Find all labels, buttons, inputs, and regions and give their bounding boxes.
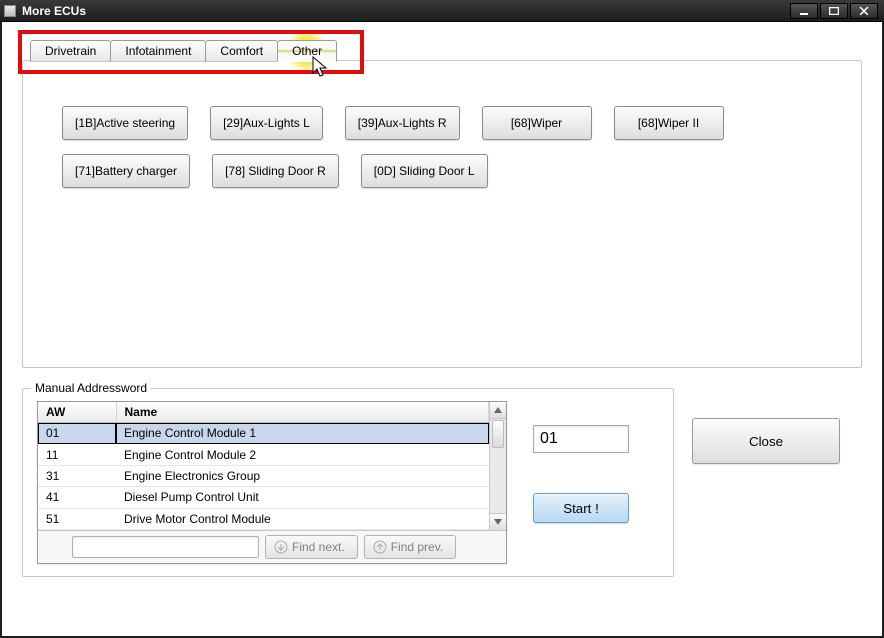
start-button[interactable]: Start ! xyxy=(533,493,629,523)
scroll-thumb[interactable] xyxy=(492,420,504,448)
cell-name: Drive Motor Control Module xyxy=(116,508,489,529)
arrow-up-circle-icon xyxy=(373,540,387,554)
find-next-button[interactable]: Find next. xyxy=(265,535,358,559)
table-row[interactable]: 41 Diesel Pump Control Unit xyxy=(38,487,489,508)
ecu-btn-78-sliding-door-r[interactable]: [78] Sliding Door R xyxy=(212,154,339,188)
close-window-button[interactable] xyxy=(850,3,878,19)
table-search-bar: Find next. Find prev. xyxy=(38,530,506,563)
window-title: More ECUs xyxy=(22,4,86,18)
minimize-button[interactable] xyxy=(790,3,818,19)
vertical-scrollbar[interactable] xyxy=(489,402,506,530)
tab-comfort[interactable]: Comfort xyxy=(205,40,278,62)
cell-aw: 11 xyxy=(38,444,116,465)
tab-infotainment[interactable]: Infotainment xyxy=(110,40,206,62)
ecu-btn-1b-active-steering[interactable]: [1B]Active steering xyxy=(62,106,188,140)
titlebar: More ECUs xyxy=(0,0,884,22)
tab-drivetrain[interactable]: Drivetrain xyxy=(30,40,111,62)
scroll-up-icon[interactable] xyxy=(490,402,506,419)
find-prev-button[interactable]: Find prev. xyxy=(364,535,456,559)
cell-aw: 01 xyxy=(38,423,116,444)
tab-other[interactable]: Other xyxy=(277,40,337,62)
table-row[interactable]: 51 Drive Motor Control Module xyxy=(38,508,489,529)
arrow-down-circle-icon xyxy=(274,540,288,554)
ecu-btn-0d-sliding-door-l[interactable]: [0D] Sliding Door L xyxy=(361,154,488,188)
ecu-btn-29-aux-lights-l[interactable]: [29]Aux-Lights L xyxy=(210,106,323,140)
find-next-label: Find next. xyxy=(292,540,345,554)
cell-name: Diesel Pump Control Unit xyxy=(116,487,489,508)
ecu-btn-68-wiper-ii[interactable]: [68]Wiper II xyxy=(614,106,724,140)
table-row[interactable]: 31 Engine Electronics Group xyxy=(38,465,489,486)
table-search-input[interactable] xyxy=(72,536,259,558)
ecu-btn-68-wiper[interactable]: [68]Wiper xyxy=(482,106,592,140)
address-input[interactable] xyxy=(533,425,629,453)
col-aw[interactable]: AW xyxy=(38,402,116,423)
ecu-button-grid: [1B]Active steering [29]Aux-Lights L [39… xyxy=(62,106,852,188)
app-icon xyxy=(4,5,16,17)
cell-name: Engine Control Module 1 xyxy=(116,423,489,444)
cell-aw: 31 xyxy=(38,465,116,486)
cell-aw: 41 xyxy=(38,487,116,508)
cell-name: Engine Electronics Group xyxy=(116,465,489,486)
manual-addressword-legend: Manual Addressword xyxy=(31,381,151,395)
table-row[interactable]: 01 Engine Control Module 1 xyxy=(38,423,489,444)
manual-addressword-fieldset: Manual Addressword AW Name xyxy=(22,388,674,577)
lower-area: Manual Addressword AW Name xyxy=(22,388,862,577)
ecu-btn-39-aux-lights-r[interactable]: [39]Aux-Lights R xyxy=(345,106,460,140)
col-name[interactable]: Name xyxy=(116,402,489,423)
scroll-down-icon[interactable] xyxy=(490,513,506,530)
close-button[interactable]: Close xyxy=(692,418,840,464)
table-row[interactable]: 11 Engine Control Module 2 xyxy=(38,444,489,465)
window-body: Drivetrain Infotainment Comfort Other [1… xyxy=(0,22,884,638)
find-prev-label: Find prev. xyxy=(391,540,443,554)
ecu-panel: Drivetrain Infotainment Comfort Other [1… xyxy=(22,38,862,368)
ecu-btn-71-battery-charger[interactable]: [71]Battery charger xyxy=(62,154,190,188)
address-table: AW Name 01 Engine Control Module 1 xyxy=(37,401,507,564)
cell-name: Engine Control Module 2 xyxy=(116,444,489,465)
tabbar: Drivetrain Infotainment Comfort Other xyxy=(30,40,336,62)
cell-aw: 51 xyxy=(38,508,116,529)
maximize-button[interactable] xyxy=(820,3,848,19)
